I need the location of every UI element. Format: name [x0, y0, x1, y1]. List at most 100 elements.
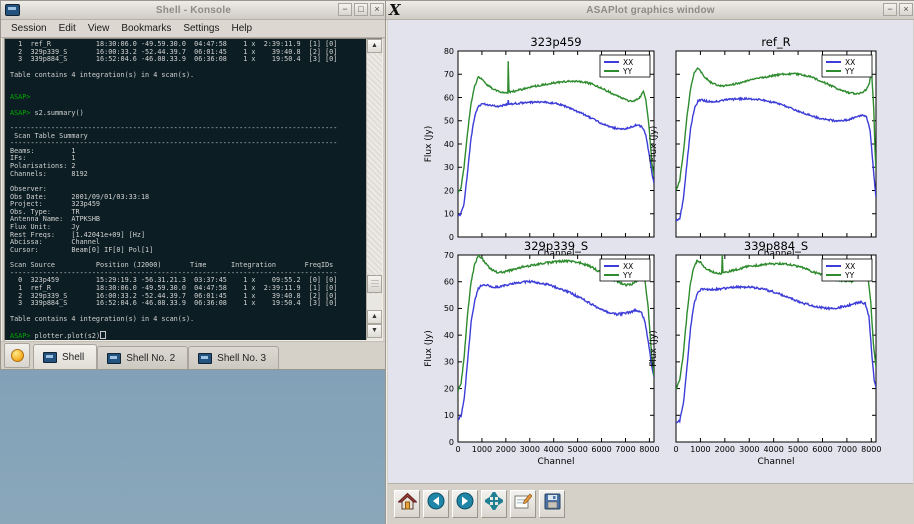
pan-icon [485, 492, 503, 515]
terminal-line: 3 339p884_S 16:52:04.6 -46.08.33.9 06:36… [10, 300, 366, 308]
menu-bookmarks[interactable]: Bookmarks [115, 22, 177, 35]
desktop: Shell - Konsole −□× SessionEditViewBookm… [0, 0, 914, 524]
svg-text:40: 40 [444, 331, 454, 340]
asap-prompt: ASAP> [10, 332, 30, 340]
konsole-tabbar: Shell Shell No. 2 Shell No. 3 [1, 341, 386, 369]
svg-text:1000: 1000 [472, 445, 492, 454]
home-icon [398, 493, 417, 515]
maximize-button[interactable]: □ [354, 3, 368, 16]
subplot-title: 339p884_S [744, 239, 808, 253]
minimize-button[interactable]: − [338, 3, 352, 16]
subplot-339p884_S: 010002000300040005000600070008000339p884… [649, 239, 881, 467]
pan-button[interactable] [481, 490, 507, 518]
menu-edit[interactable]: Edit [53, 22, 82, 35]
konsole-menubar: SessionEditViewBookmarksSettingsHelp [1, 20, 386, 38]
asaplot-window-title: ASAPlot graphics window [386, 5, 914, 16]
konsole-titlebar[interactable]: Shell - Konsole −□× [1, 1, 386, 20]
menu-help[interactable]: Help [225, 22, 258, 35]
close-button[interactable]: × [370, 3, 384, 16]
svg-text:0: 0 [449, 233, 454, 242]
terminal-line: ASAP> [10, 94, 366, 102]
tab-label: Shell No. 2 [126, 353, 175, 364]
terminal-line [10, 178, 366, 186]
scrollbar-track[interactable] [367, 53, 382, 294]
forward-button[interactable] [452, 490, 478, 518]
new-session-icon [11, 349, 24, 362]
terminal-line: ASAP> s2.summary() [10, 110, 366, 118]
y-axis-label: Flux (Jy) [424, 330, 434, 367]
terminal-scrollbar[interactable]: ▲ ▲ ▼ [366, 39, 382, 340]
forward-icon [456, 492, 474, 515]
subplot-title: 329p339_S [524, 239, 588, 253]
svg-text:7000: 7000 [615, 445, 635, 454]
back-button[interactable] [423, 490, 449, 518]
scroll-up-button[interactable]: ▲ [367, 39, 382, 53]
subplot-title: 323p459 [530, 35, 581, 49]
tab-shell-no-3[interactable]: Shell No. 3 [188, 346, 279, 369]
subplot-title: ref_R [761, 35, 790, 49]
svg-text:40: 40 [444, 140, 454, 149]
subplot-ref_R: Channelref_RFlux (Jy)XXYY [649, 35, 876, 259]
konsole-window: Shell - Konsole −□× SessionEditViewBookm… [0, 0, 387, 370]
figure-canvas: Channel01020304050607080323p459Flux (Jy)… [388, 20, 913, 484]
legend-label: YY [844, 271, 855, 280]
svg-text:1000: 1000 [690, 445, 710, 454]
svg-text:5000: 5000 [788, 445, 808, 454]
x11-app-icon: X [389, 3, 401, 17]
svg-text:30: 30 [444, 163, 454, 172]
svg-text:70: 70 [444, 251, 454, 260]
svg-text:50: 50 [444, 117, 454, 126]
y-axis-label: Flux (Jy) [649, 126, 659, 163]
svg-text:8000: 8000 [861, 445, 881, 454]
terminal-line: 3 339p884_S 16:52:04.6 -46.08.33.9 06:36… [10, 56, 366, 64]
menu-session[interactable]: Session [5, 22, 53, 35]
legend-label: YY [844, 67, 855, 76]
y-axis-label: Flux (Jy) [649, 330, 659, 367]
home-button[interactable] [394, 490, 420, 518]
menu-view[interactable]: View [82, 22, 116, 35]
konsole-window-title: Shell - Konsole [1, 5, 386, 16]
scroll-down-button[interactable]: ▼ [367, 324, 382, 338]
subplot-config-button[interactable] [510, 490, 536, 518]
minimize-button[interactable]: − [883, 3, 897, 16]
legend-label: YY [622, 67, 633, 76]
back-icon [427, 492, 445, 515]
asaplot-titlebar[interactable]: X ASAPlot graphics window −× [386, 1, 914, 20]
terminal-text[interactable]: 1 ref_R 18:30:06.0 -49.59.30.0 04:47:58 … [5, 39, 366, 340]
tab-shell-no-2[interactable]: Shell No. 2 [97, 346, 188, 369]
shell-tab-icon [43, 352, 57, 363]
legend-label: XX [623, 262, 633, 271]
terminal-line: ASAP> plotter.plot(s2) [10, 331, 366, 340]
terminal-line [10, 79, 366, 87]
x-axis-label: Channel [758, 457, 795, 467]
svg-text:2000: 2000 [496, 445, 516, 454]
terminal-line: Channels: 8192 [10, 171, 366, 179]
legend-label: XX [845, 262, 855, 271]
svg-text:3000: 3000 [520, 445, 540, 454]
svg-text:20: 20 [444, 384, 454, 393]
tab-shell[interactable]: Shell [33, 344, 97, 369]
svg-text:30: 30 [444, 358, 454, 367]
svg-text:0: 0 [673, 445, 678, 454]
svg-text:10: 10 [444, 411, 454, 420]
scrollbar-thumb[interactable] [367, 275, 382, 293]
terminal-line [10, 87, 366, 95]
y-axis-label: Flux (Jy) [424, 126, 434, 163]
konsole-app-icon [5, 4, 20, 16]
legend-label: YY [622, 271, 633, 280]
svg-text:2000: 2000 [715, 445, 735, 454]
plot-toolbar [388, 483, 913, 523]
save-button[interactable] [539, 490, 565, 518]
svg-text:80: 80 [444, 47, 454, 56]
tab-label: Shell [62, 352, 84, 363]
shell-tab-icon [198, 353, 212, 364]
menu-settings[interactable]: Settings [177, 22, 225, 35]
svg-text:20: 20 [444, 186, 454, 195]
close-button[interactable]: × [899, 3, 913, 16]
new-session-button[interactable] [4, 343, 30, 368]
svg-text:10: 10 [444, 210, 454, 219]
scroll-up-button-2[interactable]: ▲ [367, 310, 382, 324]
tab-label: Shell No. 3 [217, 353, 266, 364]
terminal-line: Table contains 4 integration(s) in 4 sca… [10, 316, 366, 324]
terminal-area[interactable]: 1 ref_R 18:30:06.0 -49.59.30.0 04:47:58 … [4, 38, 383, 341]
